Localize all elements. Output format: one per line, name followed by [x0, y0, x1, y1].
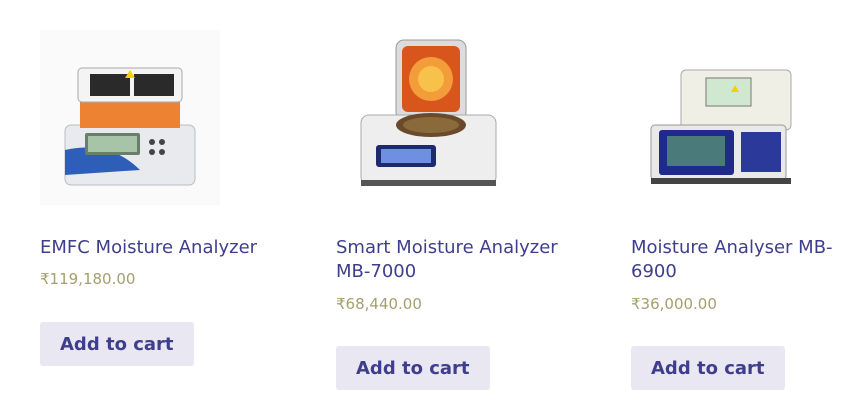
add-to-cart-button[interactable]: Add to cart	[336, 346, 490, 390]
product-price: ₹68,440.00	[336, 295, 422, 313]
product-title[interactable]: Moisture Analyser MB-6900	[631, 236, 846, 284]
product-price: ₹36,000.00	[631, 295, 717, 313]
product-image[interactable]	[40, 30, 220, 205]
product-image[interactable]	[336, 30, 516, 205]
product-title[interactable]: Smart Moisture Analyzer MB-7000	[336, 236, 566, 284]
add-to-cart-button[interactable]: Add to cart	[40, 322, 194, 366]
moisture-analyzer-image	[631, 30, 811, 205]
moisture-analyzer-image	[336, 30, 516, 205]
product-image[interactable]	[631, 30, 811, 205]
product-grid: EMFC Moisture Analyzer ₹119,180.00 Add t…	[0, 0, 861, 418]
product-price: ₹119,180.00	[40, 270, 136, 288]
add-to-cart-button[interactable]: Add to cart	[631, 346, 785, 390]
moisture-analyzer-image	[40, 30, 220, 205]
product-title[interactable]: EMFC Moisture Analyzer	[40, 236, 270, 260]
